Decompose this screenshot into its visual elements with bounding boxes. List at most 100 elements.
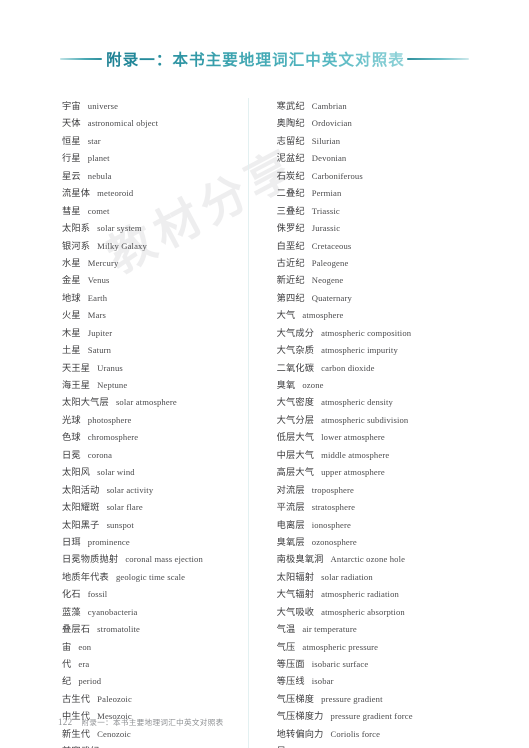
term-list-right: 寒武纪 Cambrian 奥陶纪 Ordovician 志留纪 Silurian 泥盆纪 De… — [277, 96, 529, 748]
term-row: 二叠纪 Permian — [277, 183, 529, 200]
term-chinese: 气温 — [276, 624, 296, 636]
term-chinese: 日冕 — [62, 449, 81, 461]
term-chinese: 二叠纪 — [276, 188, 305, 200]
term-chinese: 行星 — [62, 153, 81, 165]
term-row: 等压线 isobar — [277, 671, 529, 688]
term-english: universe — [87, 101, 119, 111]
term-english: atmospheric pressure — [302, 641, 379, 652]
term-chinese: 泥盆纪 — [276, 153, 305, 165]
term-row: 白垩纪 Cretaceous — [277, 236, 529, 253]
term-row: 风wind — [277, 741, 529, 748]
term-row: 侏罗纪 Jurassic — [277, 218, 529, 235]
term-chinese: 光球 — [62, 414, 81, 426]
term-english: Coriolis force — [330, 728, 381, 739]
term-english: Neptune — [97, 380, 128, 390]
term-chinese: 日珥 — [62, 536, 81, 548]
term-row: 地转偏向力 Coriolis force — [277, 724, 529, 741]
term-english: ozonosphere — [311, 536, 357, 547]
term-row: 化石 fossil — [62, 584, 248, 601]
term-chinese: 太阳辐射 — [276, 571, 315, 583]
term-english: Paleozoic — [97, 693, 132, 704]
term-chinese: 古生代 — [62, 693, 91, 705]
term-chinese: 等压线 — [276, 676, 305, 688]
term-chinese: 臭氧层 — [276, 536, 305, 548]
term-english: solar flare — [106, 502, 143, 513]
term-english: Cenozoic — [97, 728, 131, 739]
term-row: 行星 planet — [62, 148, 248, 165]
term-chinese: 流星体 — [62, 188, 91, 200]
term-english: Quaternary — [311, 292, 352, 303]
term-chinese: 地球 — [62, 292, 81, 304]
term-english: ozone — [302, 380, 324, 390]
term-row: 木星 Jupiter — [62, 323, 248, 340]
term-chinese: 气压 — [276, 641, 296, 653]
term-chinese: 气压梯度力 — [276, 711, 324, 723]
term-row: 地质年代表 geologic time scale — [62, 567, 248, 584]
term-english: eon — [78, 641, 92, 652]
term-english: stromatolite — [97, 624, 141, 635]
term-row: 叠层石 stromatolite — [62, 619, 248, 636]
term-row: 第四纪 Quaternary — [277, 288, 529, 305]
term-row: 气温 air temperature — [277, 619, 529, 636]
term-row: 日珥 prominence — [62, 532, 248, 549]
term-chinese: 蓝藻 — [62, 606, 81, 618]
term-chinese: 海王星 — [62, 380, 91, 391]
term-english: fossil — [87, 589, 108, 600]
term-english: cyanobacteria — [87, 606, 138, 617]
term-chinese: 彗星 — [62, 205, 81, 217]
term-english: atmospheric density — [321, 397, 393, 408]
term-chinese: 代 — [62, 659, 72, 670]
term-chinese: 大气分层 — [276, 414, 315, 426]
term-row: 宙 eon — [62, 637, 248, 654]
term-chinese: 纪 — [62, 676, 72, 688]
term-list-left: 宇宙 universe 天体 astronomical object 恒星 star 行星 p… — [62, 96, 248, 748]
term-english: Jupiter — [87, 327, 113, 338]
title-rule-left — [60, 58, 103, 60]
term-english: astronomical object — [87, 118, 159, 129]
glossary-column-right: 寒武纪 Cambrian 奥陶纪 Ordovician 志留纪 Silurian 泥盆纪 De… — [249, 96, 529, 748]
term-english: Carboniferous — [311, 170, 363, 181]
term-chinese: 白垩纪 — [276, 240, 305, 252]
term-english: solar wind — [97, 467, 135, 478]
term-row: 大气密度 atmospheric density — [277, 392, 529, 409]
term-english: carbon dioxide — [321, 362, 375, 373]
footer-running-title: 附录一：本书主要地理词汇中英文对照表 — [81, 718, 224, 727]
term-row: 臭氧层 ozonosphere — [277, 532, 529, 549]
term-chinese: 平流层 — [276, 502, 305, 514]
term-english: star — [87, 135, 101, 146]
term-chinese: 恒星 — [62, 135, 81, 147]
term-english: Mars — [87, 310, 107, 321]
term-english: sunspot — [106, 519, 134, 530]
term-row: 泥盆纪 Devonian — [277, 148, 529, 165]
term-english: solar activity — [106, 484, 154, 495]
term-chinese: 大气杂质 — [276, 345, 315, 357]
term-english: Cambrian — [311, 101, 347, 111]
term-chinese: 土星 — [62, 345, 81, 357]
term-chinese: 天体 — [62, 118, 81, 130]
term-row: 星云 nebula — [62, 166, 248, 183]
term-chinese: 古近纪 — [276, 257, 305, 269]
term-row: 南极臭氧洞 Antarctic ozone hole — [277, 549, 529, 566]
term-english: Ordovician — [311, 118, 352, 129]
appendix-page: 教材分享 附录一：本书主要地理词汇中英文对照表 宇宙 universe 天体 astr… — [0, 0, 529, 748]
term-english: solar atmosphere — [115, 397, 177, 408]
term-english: pressure gradient — [321, 693, 383, 704]
term-row: 日冕物质抛射 coronal mass ejection — [62, 549, 248, 566]
term-english: upper atmosphere — [321, 467, 385, 478]
term-chinese: 天王星 — [62, 362, 91, 374]
term-row: 金星 Venus — [62, 270, 248, 287]
term-row: 彗星 comet — [62, 201, 248, 218]
term-row: 太阳大气层 solar atmosphere — [62, 392, 248, 409]
term-english: air temperature — [302, 624, 357, 635]
term-english: Uranus — [97, 362, 123, 373]
term-chinese: 寒武纪 — [276, 101, 305, 112]
term-row: 电离层 ionosphere — [277, 515, 529, 532]
term-english: Neogene — [311, 275, 344, 286]
term-english: lower atmosphere — [321, 432, 385, 443]
term-row: 大气吸收 atmospheric absorption — [277, 602, 529, 619]
term-chinese: 星云 — [62, 170, 81, 182]
term-english: stratosphere — [311, 502, 356, 513]
term-row: 太阳辐射 solar radiation — [277, 567, 529, 584]
term-chinese: 太阳大气层 — [62, 397, 109, 409]
term-english: photosphere — [87, 414, 132, 425]
